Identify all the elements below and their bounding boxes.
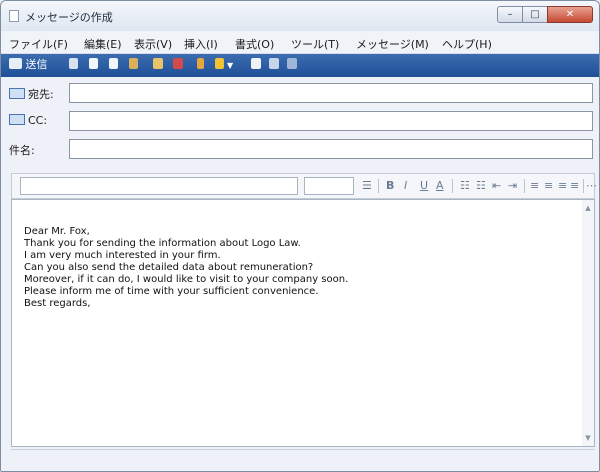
vertical-scrollbar[interactable]: ▲ ▼ (582, 200, 594, 446)
spelling-button[interactable] (173, 57, 183, 73)
font-select[interactable] (20, 177, 298, 195)
underline-button[interactable]: U (420, 178, 428, 194)
sign-icon (251, 58, 261, 69)
sign-button[interactable] (251, 57, 261, 73)
offline-button[interactable] (287, 57, 297, 73)
format-bar: ☰ B I U A ☷ ☷ ⇤ ⇥ ≡ ≡ ≡ ≡ ⋯ (11, 173, 597, 199)
priority-button[interactable]: ▼ (215, 57, 233, 73)
align-left-icon[interactable]: ≡ (530, 178, 539, 194)
offline-icon (287, 58, 297, 69)
cc-field[interactable] (69, 111, 593, 131)
numbered-list-icon[interactable]: ☷ (460, 178, 470, 194)
paragraph-style-icon[interactable]: ☰ (362, 178, 372, 194)
send-label: 送信 (25, 58, 48, 71)
to-field[interactable] (69, 83, 593, 103)
cut-button[interactable] (69, 57, 78, 73)
address-card-icon (9, 88, 25, 99)
send-button[interactable]: 送信 (9, 57, 48, 73)
more-options-icon[interactable]: ⋯ (586, 178, 597, 194)
menu-help[interactable]: ヘルプ(H) (442, 36, 492, 52)
spelling-icon (173, 58, 183, 69)
attach-button[interactable] (197, 57, 204, 73)
menu-tools[interactable]: ツール(T) (291, 36, 339, 52)
align-right-icon[interactable]: ≡ (558, 178, 567, 194)
copy-icon (89, 58, 98, 69)
minimize-button[interactable]: – (497, 6, 523, 23)
address-area: 宛先: CC: 件名: (1, 78, 599, 168)
undo-icon (129, 58, 138, 69)
message-line: Best regards, (24, 298, 91, 309)
increase-indent-icon[interactable]: ⇥ (508, 178, 517, 194)
align-center-icon[interactable]: ≡ (544, 178, 553, 194)
bold-button[interactable]: B (386, 178, 394, 194)
close-button[interactable]: ✕ (547, 6, 593, 23)
font-color-button[interactable]: A (436, 178, 444, 194)
bullet-list-icon[interactable]: ☷ (476, 178, 486, 194)
justify-icon[interactable]: ≡ (570, 178, 579, 194)
italic-button[interactable]: I (404, 178, 407, 194)
scroll-up-icon[interactable]: ▲ (582, 202, 594, 214)
status-bar (11, 449, 595, 470)
message-line: Moreover, if it can do, I would like to … (24, 274, 349, 285)
encrypt-icon (269, 58, 279, 69)
menu-format[interactable]: 書式(O) (235, 36, 274, 52)
maximize-button[interactable]: □ (522, 6, 548, 23)
message-line: Please inform me of time with your suffi… (24, 286, 319, 297)
subject-field[interactable] (69, 139, 593, 159)
check-names-button[interactable] (153, 57, 163, 73)
message-line: Dear Mr. Fox, (24, 226, 90, 237)
separator (452, 179, 453, 193)
paste-icon (109, 58, 118, 69)
scroll-down-icon[interactable]: ▼ (582, 432, 594, 444)
menu-bar: ファイル(F) 編集(E) 表示(V) 挿入(I) 書式(O) ツール(T) メ… (1, 31, 599, 54)
address-card-icon (9, 114, 25, 125)
menu-insert[interactable]: 挿入(I) (184, 36, 218, 52)
menu-message[interactable]: メッセージ(M) (356, 36, 429, 52)
subject-label: 件名: (9, 144, 35, 157)
menu-file[interactable]: ファイル(F) (9, 36, 68, 52)
compose-window: メッセージの作成 – □ ✕ ファイル(F) 編集(E) 表示(V) 挿入(I)… (0, 0, 600, 472)
to-label-button[interactable]: 宛先: (9, 86, 54, 102)
attach-icon (197, 58, 204, 69)
toolbar: 送信 ▼ (1, 54, 599, 77)
undo-button[interactable] (129, 57, 138, 73)
separator (378, 179, 379, 193)
document-icon (9, 10, 19, 22)
priority-icon (215, 58, 224, 69)
menu-view[interactable]: 表示(V) (134, 36, 172, 52)
minimize-icon: – (507, 9, 513, 20)
message-body[interactable]: Dear Mr. Fox, Thank you for sending the … (11, 199, 595, 447)
font-size-select[interactable] (304, 177, 354, 195)
send-icon (9, 58, 22, 69)
separator (524, 179, 525, 193)
cut-icon (69, 58, 78, 69)
encrypt-button[interactable] (269, 57, 279, 73)
close-icon: ✕ (565, 9, 575, 20)
message-line: I am very much interested in your firm. (24, 250, 221, 261)
cc-label-button[interactable]: CC: (9, 114, 47, 127)
decrease-indent-icon[interactable]: ⇤ (492, 178, 501, 194)
message-line: Thank you for sending the information ab… (24, 238, 301, 249)
separator (583, 179, 584, 193)
paste-button[interactable] (109, 57, 118, 73)
message-text: Dear Mr. Fox, Thank you for sending the … (24, 226, 348, 310)
check-names-icon (153, 58, 163, 69)
maximize-icon: □ (530, 9, 540, 20)
window-title: メッセージの作成 (25, 11, 113, 24)
menu-edit[interactable]: 編集(E) (84, 36, 122, 52)
message-line: Can you also send the detailed data abou… (24, 262, 314, 273)
title-bar: メッセージの作成 – □ ✕ (1, 1, 599, 31)
copy-button[interactable] (89, 57, 98, 73)
